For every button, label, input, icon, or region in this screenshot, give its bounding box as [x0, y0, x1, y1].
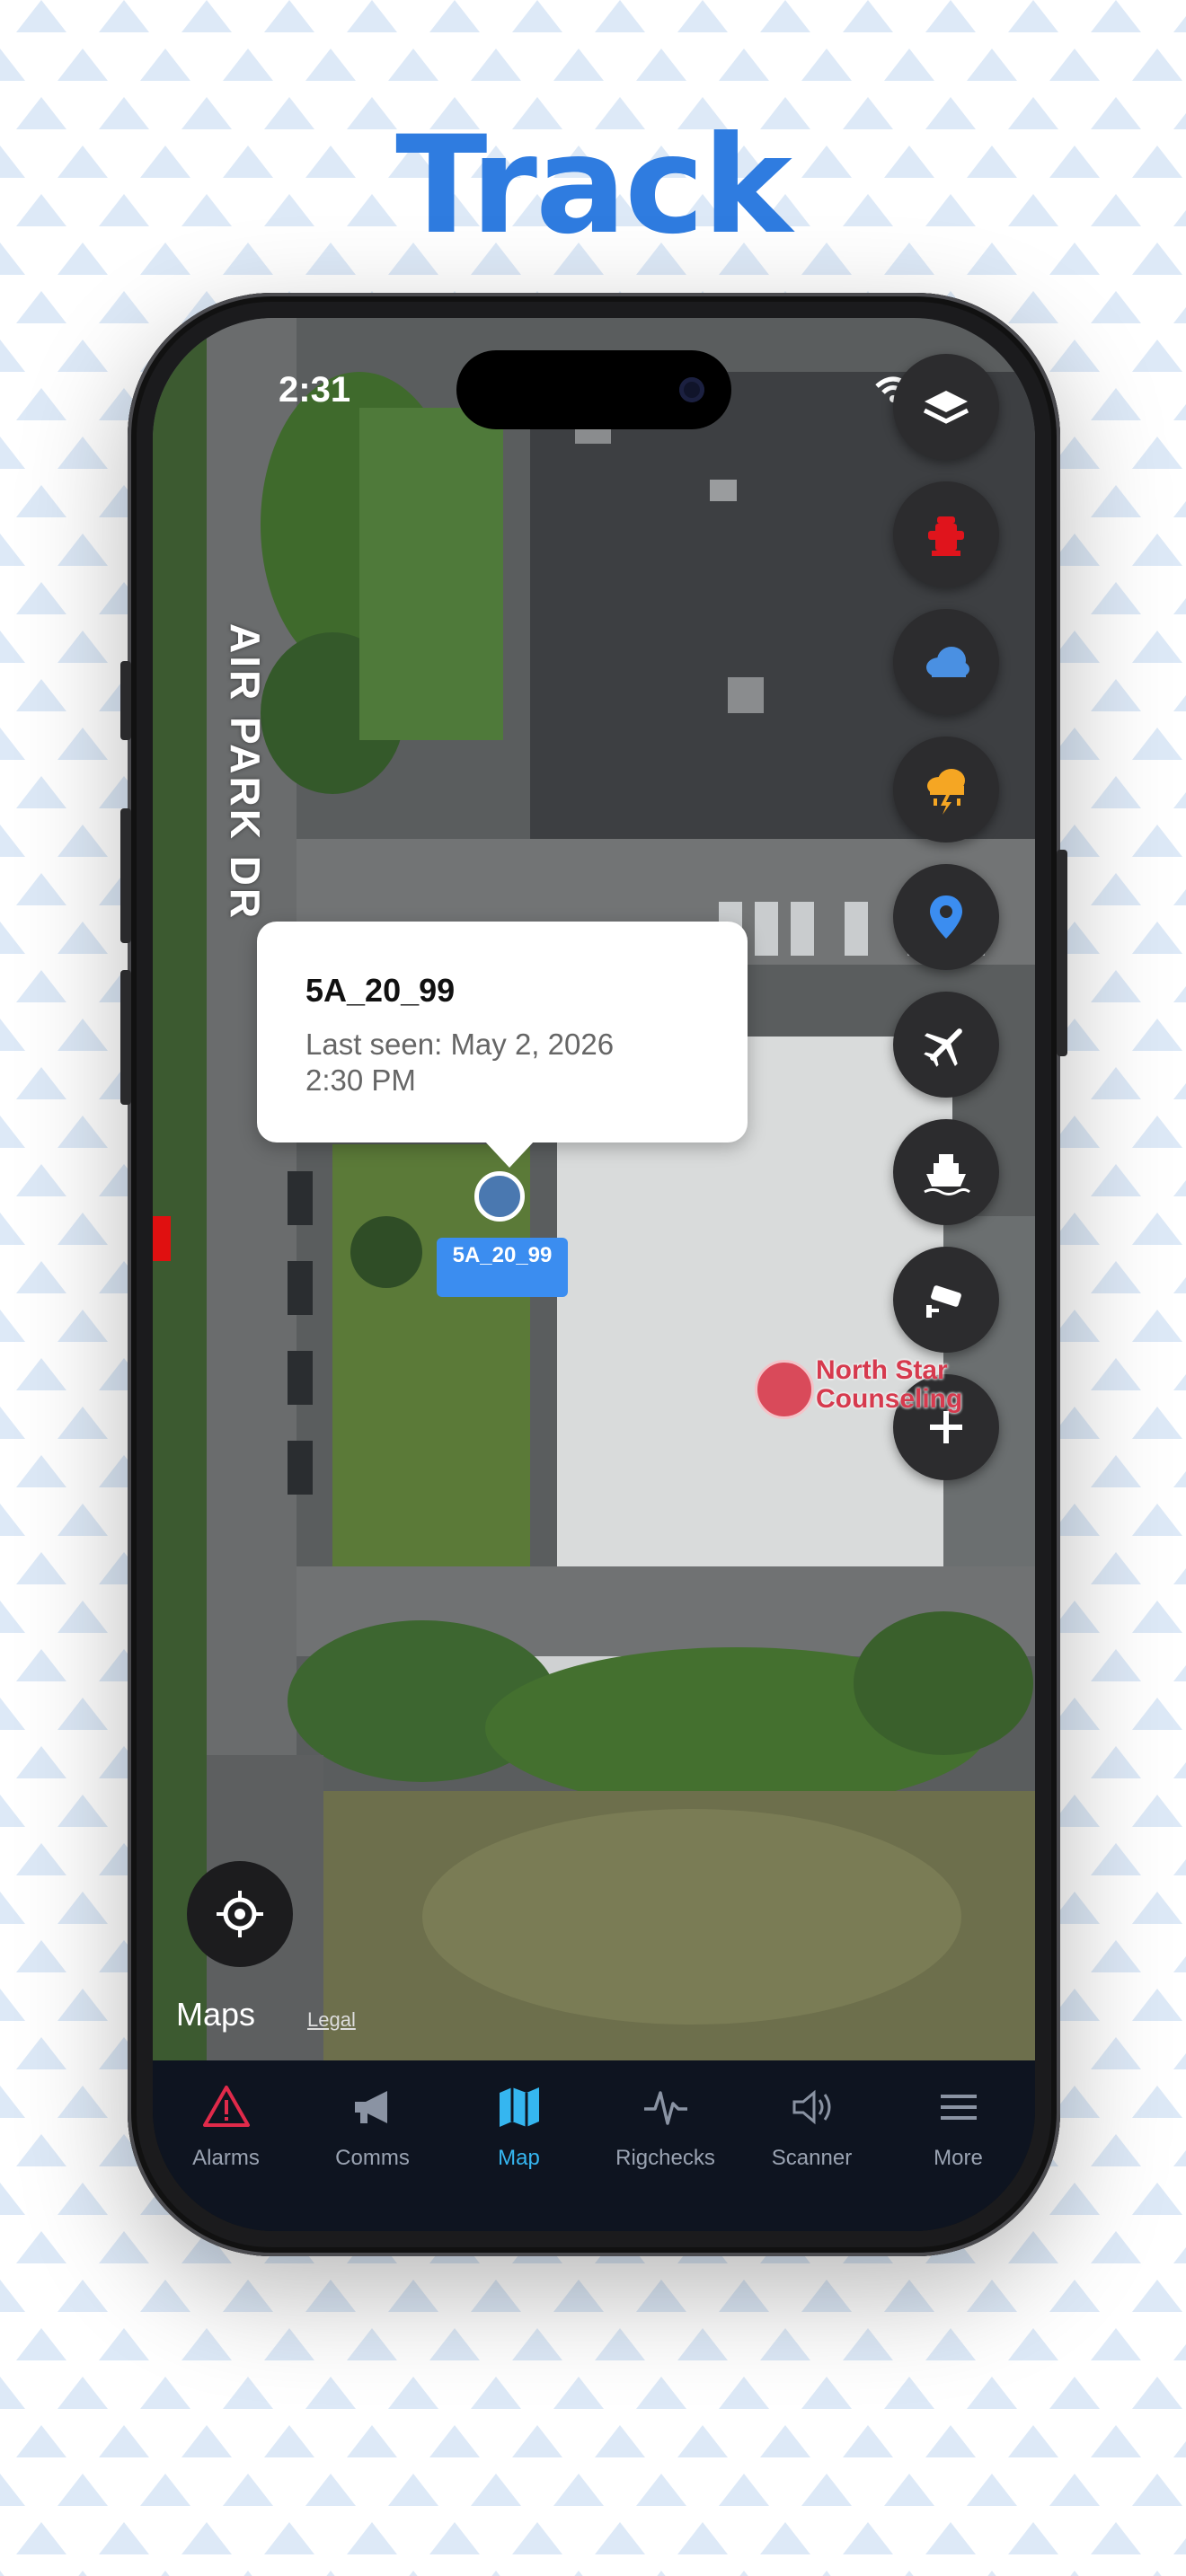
tab-map[interactable]: Map — [446, 2069, 592, 2195]
aircraft-button[interactable] — [893, 992, 999, 1098]
tab-label: Rigchecks — [615, 2146, 715, 2170]
map-red-marker — [153, 1216, 171, 1261]
tab-rigchecks[interactable]: Rigchecks — [592, 2069, 739, 2195]
poi-label[interactable]: North Star Counseling — [816, 1356, 962, 1414]
stethoscope-icon[interactable] — [755, 1360, 814, 1419]
phone-power-button — [1057, 850, 1067, 1056]
phone-volume-up — [120, 808, 131, 943]
tab-comms[interactable]: Comms — [299, 2069, 446, 2195]
tab-label: More — [934, 2146, 983, 2170]
popup-time: 2:30 PM — [305, 1063, 416, 1097]
megaphone-icon — [354, 2091, 387, 2123]
speaker-icon — [792, 2089, 830, 2125]
phone-side-button — [120, 661, 131, 740]
pin-icon — [930, 895, 962, 939]
alarm-icon — [202, 2086, 250, 2127]
street-label: AIR PARK DR — [222, 623, 269, 922]
bottom-tab-bar: Alarms Comms Map Rigchecks Scanner More — [153, 2060, 1035, 2231]
storm-button[interactable] — [893, 737, 999, 842]
airplane-icon — [924, 1028, 962, 1067]
phone-screen: AIR PARK DR 2:31 North Star Counseling 5… — [153, 318, 1035, 2231]
maps-attribution-text: Maps — [176, 1996, 256, 2033]
page-headline: Track — [395, 108, 792, 264]
camera-icon — [926, 1285, 961, 1318]
poi-label-line2: Counseling — [816, 1384, 963, 1414]
tab-scanner[interactable]: Scanner — [739, 2069, 885, 2195]
phone-volume-down — [120, 970, 131, 1105]
poi-label-line1: North Star — [816, 1355, 948, 1385]
tab-alarms[interactable]: Alarms — [153, 2069, 299, 2195]
layers-button[interactable] — [893, 354, 999, 460]
tab-label: Comms — [335, 2146, 410, 2170]
pulse-icon — [643, 2091, 687, 2125]
popup-last-seen: Last seen: May 2, 2026 — [305, 1028, 615, 1061]
ship-button[interactable] — [893, 1119, 999, 1225]
map-icon — [499, 2087, 539, 2127]
maps-attribution: Maps — [176, 1996, 255, 2033]
tab-label: Map — [498, 2146, 540, 2170]
ship-icon — [924, 1154, 970, 1195]
front-camera — [679, 377, 704, 402]
tab-label: Scanner — [771, 2146, 853, 2170]
unit-marker[interactable] — [474, 1171, 525, 1222]
tab-more[interactable]: More — [885, 2069, 1031, 2195]
legal-link[interactable]: Legal — [307, 2008, 356, 2032]
camera-button[interactable] — [893, 1247, 999, 1353]
storm-icon — [927, 769, 965, 815]
popup-title: 5A_20_99 — [305, 972, 456, 1009]
weather-cloud-button[interactable] — [893, 609, 999, 715]
dynamic-island — [456, 350, 731, 429]
recenter-button[interactable] — [187, 1861, 293, 1967]
hydrant-icon — [928, 516, 964, 556]
unit-marker-label[interactable]: 5A_20_99 — [437, 1238, 568, 1297]
status-time: 2:31 — [279, 370, 351, 410]
tab-label: Alarms — [192, 2146, 260, 2170]
location-pin-button[interactable] — [893, 864, 999, 970]
menu-icon — [940, 2095, 977, 2120]
hydrant-button[interactable] — [893, 481, 999, 587]
cloud-icon — [926, 647, 969, 677]
layers-icon — [923, 391, 969, 424]
unit-info-popup[interactable]: 5A_20_99 Last seen: May 2, 2026 2:30 PM — [257, 922, 748, 1168]
crosshair-icon — [217, 1891, 263, 1937]
